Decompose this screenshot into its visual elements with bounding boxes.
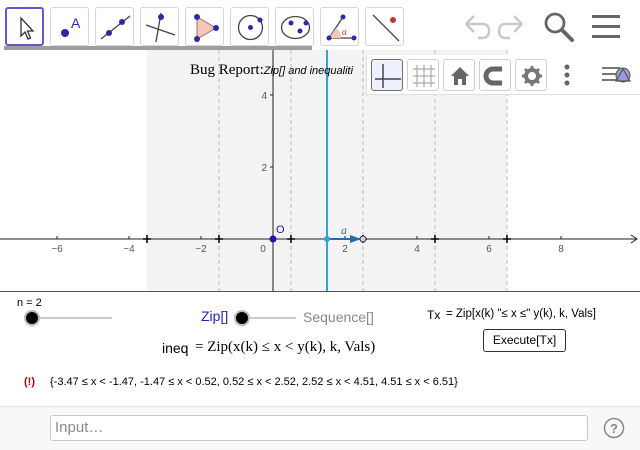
vector-start-point[interactable] xyxy=(324,236,330,242)
main-menu-button[interactable] xyxy=(588,8,624,44)
more-icon xyxy=(564,64,570,86)
standard-view-button[interactable] xyxy=(443,59,475,91)
point-capturing-button[interactable] xyxy=(479,59,511,91)
y-tick-label: 2 xyxy=(261,163,267,174)
x-tick-label: 4 xyxy=(414,244,420,255)
origin-point[interactable] xyxy=(269,235,277,243)
circle-icon xyxy=(237,14,264,41)
bug-report-title[interactable]: Bug Report:Zip[] and inequaliti xyxy=(190,62,353,79)
help-icon-glyph: ? xyxy=(610,421,618,436)
undo-button[interactable] xyxy=(458,8,494,44)
settings-button[interactable] xyxy=(515,59,547,91)
grid-icon xyxy=(413,65,435,87)
tx-formula: = Zip[x(k) "≤ x ≤" y(k), k, Vals] xyxy=(446,308,596,320)
x-tick-label: 8 xyxy=(558,244,564,255)
angle-icon: α xyxy=(326,14,357,41)
redo-button[interactable] xyxy=(494,8,530,44)
move-tool-button[interactable] xyxy=(5,7,44,46)
x-tick-label: 2 xyxy=(342,244,348,255)
input-field[interactable]: Input… xyxy=(50,415,588,441)
magnet-icon xyxy=(483,66,502,86)
axes-icon xyxy=(375,64,401,88)
result-list: {-3.47 ≤ x < -1.47, -1.47 ≤ x < 0.52, 0.… xyxy=(50,376,458,388)
toggle-axes-button[interactable] xyxy=(371,59,403,91)
input-bar: Input… ? xyxy=(0,406,640,450)
view-icon xyxy=(602,67,632,83)
menu-icon xyxy=(592,15,620,38)
reflect-icon xyxy=(372,14,400,42)
circle-tool-button[interactable] xyxy=(230,7,269,46)
sequence-label: Sequence[] xyxy=(303,309,374,325)
ellipse-tool-button[interactable] xyxy=(275,7,314,46)
error-icon: (!) xyxy=(24,376,35,388)
origin-label: O xyxy=(276,224,285,236)
point-tool-label: A xyxy=(71,15,81,31)
more-options-button[interactable] xyxy=(555,59,579,91)
n-slider-label: n = 2 xyxy=(17,297,42,309)
cursor-arrow-icon xyxy=(20,16,35,40)
bug-report-subtitle: Zip[] and inequaliti xyxy=(263,65,354,77)
zip-toggle-handle[interactable] xyxy=(234,310,250,326)
x-tick-label: −2 xyxy=(195,244,207,255)
toolbar: A α xyxy=(0,0,640,50)
redo-icon xyxy=(497,15,523,40)
perpendicular-line-icon xyxy=(145,12,176,43)
ellipse-icon xyxy=(280,15,311,40)
reflect-tool-button[interactable] xyxy=(365,7,404,46)
ineq-label: ineq xyxy=(162,340,189,356)
vector-label: a xyxy=(341,223,347,237)
execute-tx-button[interactable]: Execute[Tx] xyxy=(483,329,566,352)
geogebra-app: A α −6 −4 −2 0 2 4 6 8 4 2 a O Bug Repor… xyxy=(0,0,640,450)
line-icon xyxy=(100,15,131,40)
view-menu-button[interactable] xyxy=(599,59,635,91)
x-tick-label: −6 xyxy=(51,244,63,255)
angle-tool-button[interactable]: α xyxy=(320,7,359,46)
zip-label: Zip[] xyxy=(201,308,229,324)
polygon-tool-button[interactable] xyxy=(185,7,224,46)
search-button[interactable] xyxy=(541,8,577,44)
y-tick-label: 4 xyxy=(261,91,267,102)
angle-tool-label: α xyxy=(342,27,347,37)
x-tick-label: 0 xyxy=(260,244,266,255)
point-icon: A xyxy=(61,15,81,37)
graphics-style-bar xyxy=(366,55,640,95)
tx-label: Tx xyxy=(427,308,441,322)
ineq-formula: = Zip(x(k) ≤ x < y(k), k, Vals) xyxy=(195,339,376,355)
undo-icon xyxy=(465,15,491,40)
line-tool-button[interactable] xyxy=(95,7,134,46)
gear-icon xyxy=(522,66,542,86)
x-tick-label: 6 xyxy=(486,244,492,255)
home-icon xyxy=(451,67,469,85)
search-icon xyxy=(544,12,574,42)
bug-report-heading: Bug Report: xyxy=(190,62,264,78)
point-tool-button[interactable]: A xyxy=(50,7,89,46)
x-tick-label: −4 xyxy=(123,244,135,255)
toggle-grid-button[interactable] xyxy=(407,59,439,91)
polygon-icon xyxy=(194,14,219,42)
n-slider-handle[interactable] xyxy=(24,310,40,326)
perpendicular-tool-button[interactable] xyxy=(140,7,179,46)
vector-end-point[interactable] xyxy=(359,235,367,243)
help-icon[interactable]: ? xyxy=(603,417,625,439)
